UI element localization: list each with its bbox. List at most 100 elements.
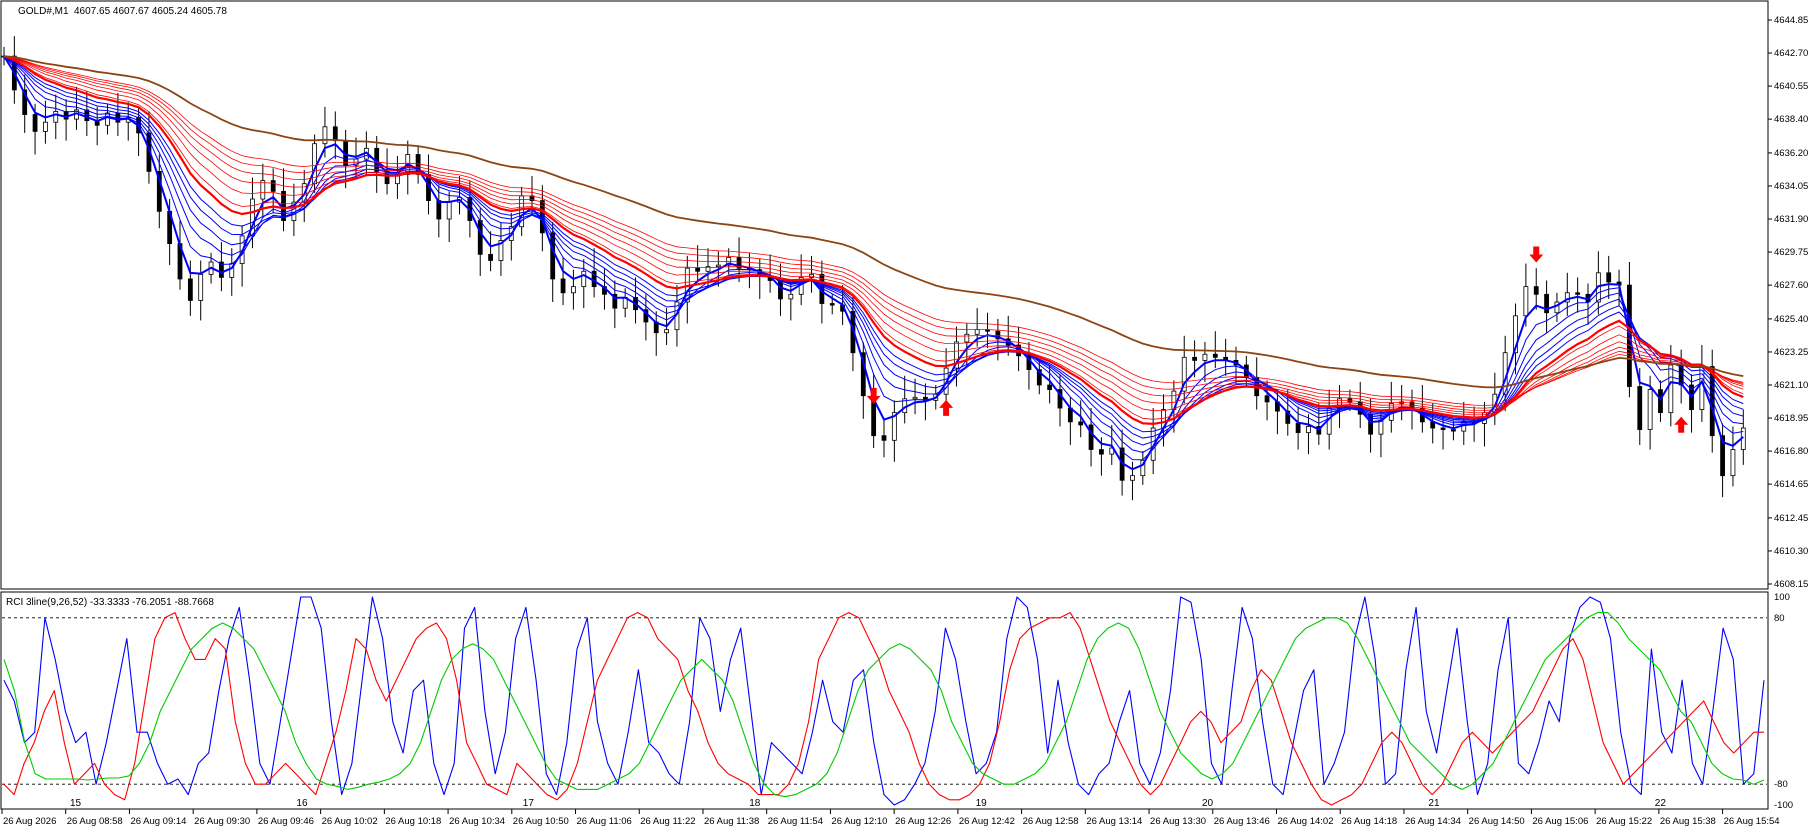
price-tick-label: 4640.55 bbox=[1774, 81, 1808, 92]
candle-body bbox=[581, 270, 587, 288]
candle-body bbox=[1306, 426, 1311, 434]
time-tick-label: 26 Aug 14:18 bbox=[1341, 816, 1397, 827]
time-tick-label: 26 Aug 11:06 bbox=[577, 816, 632, 827]
time-tick-label: 26 Aug 08:58 bbox=[67, 816, 123, 827]
candle-body bbox=[664, 329, 669, 334]
time-tick-label: 26 Aug 11:38 bbox=[704, 816, 759, 827]
day-marker-label: 15 bbox=[70, 798, 82, 809]
price-chart-svg[interactable]: 4644.85 4642.70 4640.55 4638.40 4636.20 4634.… bbox=[0, 0, 1810, 837]
rci-level-label: -80 bbox=[1774, 779, 1788, 790]
candle-body bbox=[788, 293, 794, 300]
price-tick-label: 4636.20 bbox=[1774, 148, 1808, 159]
candle-body bbox=[1078, 421, 1084, 426]
time-tick-label: 26 Aug 09:46 bbox=[258, 816, 314, 827]
candle-body bbox=[1658, 389, 1663, 414]
candle-body bbox=[1099, 449, 1104, 455]
time-tick-label: 26 Aug 15:38 bbox=[1660, 816, 1716, 827]
candle-body bbox=[1130, 475, 1135, 481]
day-marker-label: 17 bbox=[523, 798, 535, 809]
day-marker-label: 19 bbox=[976, 798, 988, 809]
candle-body bbox=[1668, 364, 1674, 414]
candle-body bbox=[1440, 427, 1446, 430]
candle-body bbox=[53, 111, 59, 123]
candle-body bbox=[715, 264, 721, 268]
candle-body bbox=[1088, 424, 1094, 450]
time-tick-label: 26 Aug 13:14 bbox=[1086, 816, 1142, 827]
time-tick-label: 26 Aug 15:22 bbox=[1596, 816, 1652, 827]
candle-body bbox=[1533, 286, 1539, 295]
candle-body bbox=[1202, 353, 1208, 361]
day-marker-label: 18 bbox=[749, 798, 761, 809]
price-tick-label: 4625.40 bbox=[1774, 314, 1808, 325]
candle-body bbox=[1295, 423, 1301, 434]
time-tick-label: 26 Aug 09:14 bbox=[130, 816, 186, 827]
price-tick-label: 4634.05 bbox=[1774, 181, 1808, 192]
candle-body bbox=[1047, 384, 1053, 390]
chart-window: 4644.85 4642.70 4640.55 4638.40 4636.20 4634.… bbox=[0, 0, 1810, 837]
candle-body bbox=[1699, 366, 1705, 410]
rci-level-label: -100 bbox=[1774, 800, 1793, 811]
candle-body bbox=[964, 333, 970, 343]
time-tick-label: 26 Aug 14:50 bbox=[1469, 816, 1525, 827]
price-tick-label: 4621.10 bbox=[1774, 380, 1808, 391]
chart-symbol-title: GOLD#,M1 bbox=[18, 6, 69, 17]
rci-level-label: 100 bbox=[1774, 592, 1790, 603]
time-tick-label: 26 Aug 14:02 bbox=[1278, 816, 1334, 827]
candle-body bbox=[488, 253, 493, 261]
price-tick-label: 4644.85 bbox=[1774, 15, 1808, 26]
rci-level-label: 80 bbox=[1774, 613, 1785, 624]
time-tick-label: 26 Aug 10:02 bbox=[322, 816, 378, 827]
candle-body bbox=[881, 435, 887, 441]
candle-body bbox=[1575, 292, 1581, 295]
price-tick-label: 4638.40 bbox=[1774, 114, 1808, 125]
chart-ohlc-readout: 4607.65 4607.67 4605.24 4605.78 bbox=[74, 6, 227, 17]
candle-body bbox=[695, 267, 701, 272]
price-tick-label: 4608.15 bbox=[1774, 579, 1808, 590]
candle-body bbox=[270, 180, 276, 192]
price-tick-label: 4614.65 bbox=[1774, 479, 1808, 490]
price-tick-label: 4616.80 bbox=[1774, 446, 1808, 457]
candle-body bbox=[912, 396, 918, 400]
day-marker-label: 20 bbox=[1202, 798, 1214, 809]
candle-body bbox=[1378, 419, 1384, 435]
candle-body bbox=[260, 180, 266, 200]
time-tick-label: 26 Aug 13:30 bbox=[1150, 816, 1206, 827]
candle-body bbox=[1264, 395, 1270, 403]
price-tick-label: 4642.70 bbox=[1774, 48, 1808, 59]
time-tick-label: 26 Aug 11:22 bbox=[640, 816, 695, 827]
time-tick-label: 26 Aug 10:50 bbox=[513, 816, 569, 827]
price-tick-label: 4627.60 bbox=[1774, 280, 1808, 291]
candle-body bbox=[560, 278, 566, 294]
candle-body bbox=[1523, 286, 1529, 317]
candle-body bbox=[332, 126, 338, 142]
time-tick-label: 26 Aug 09:30 bbox=[194, 816, 250, 827]
day-marker-label: 21 bbox=[1428, 798, 1440, 809]
time-tick-label: 26 Aug 15:06 bbox=[1532, 816, 1588, 827]
candle-body bbox=[1192, 356, 1197, 361]
price-tick-label: 4612.45 bbox=[1774, 513, 1808, 524]
candle-body bbox=[322, 126, 328, 145]
candle-body bbox=[1647, 389, 1653, 430]
price-tick-label: 4631.90 bbox=[1774, 214, 1808, 225]
time-tick-label: 26 Aug 10:34 bbox=[449, 816, 505, 827]
candle-body bbox=[829, 303, 835, 306]
time-tick-label: 26 Aug 11:54 bbox=[768, 816, 823, 827]
time-tick-label: 26 Aug 12:26 bbox=[895, 816, 951, 827]
candle-body bbox=[43, 121, 48, 132]
time-tick-label: 26 Aug 14:34 bbox=[1405, 816, 1461, 827]
time-tick-label: 26 Aug 13:46 bbox=[1214, 816, 1270, 827]
day-marker-label: 16 bbox=[296, 798, 308, 809]
candle-body bbox=[436, 200, 442, 220]
candle-body bbox=[105, 112, 110, 126]
time-tick-label: 26 Aug 15:54 bbox=[1724, 816, 1780, 827]
candle-body bbox=[32, 114, 38, 132]
candle-body bbox=[571, 286, 576, 294]
price-tick-label: 4610.30 bbox=[1774, 546, 1808, 557]
indicator-title: RCI 3line(9,26,52) -33.3333 -76.2051 -88… bbox=[6, 597, 214, 608]
candle-body bbox=[974, 329, 980, 335]
candle-body bbox=[477, 220, 483, 255]
candle-body bbox=[1606, 272, 1612, 283]
time-tick-label: 26 Aug 12:58 bbox=[1023, 816, 1079, 827]
candle-body bbox=[198, 273, 204, 301]
time-tick-label: 26 Aug 2026 bbox=[3, 816, 56, 827]
